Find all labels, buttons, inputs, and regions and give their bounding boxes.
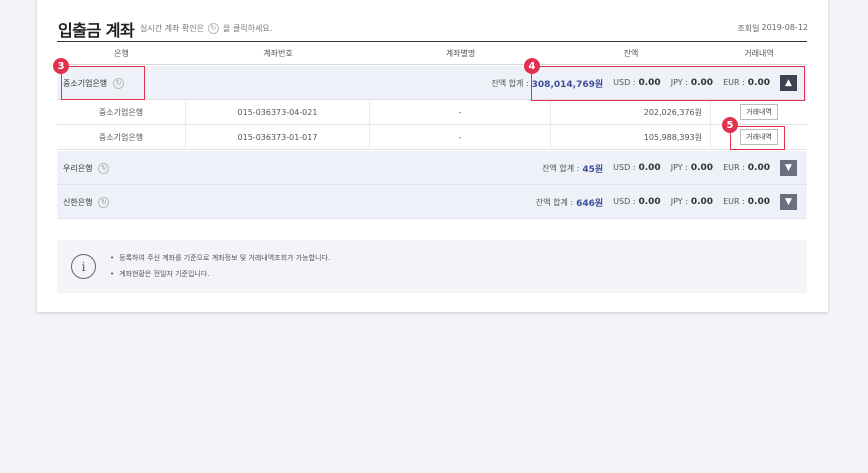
hint-text-before: 실시간 계좌 확인은	[140, 24, 204, 33]
header-account-number: 계좌번호	[263, 48, 293, 58]
highlight-history-button	[730, 126, 785, 150]
notice-item: 등록하여 주신 계좌를 기준으로 계좌정보 및 거래내역조회가 가능합니다.	[110, 253, 330, 263]
usd-total: USD :0.00	[613, 197, 661, 207]
jpy-total: JPY :0.00	[671, 197, 713, 207]
account-number: 015-036373-01-017	[186, 125, 370, 149]
annotation-badge-3: 3	[53, 58, 69, 74]
account-balance: 202,026,376원	[551, 100, 711, 124]
balance-label: 잔액 합계 :	[491, 78, 529, 88]
account-bank: 중소기업은행	[57, 100, 186, 124]
table-row: 중소기업은행 015-036373-04-021 - 202,026,376원 …	[57, 100, 807, 125]
usd-total: USD :0.00	[613, 163, 661, 173]
account-number: 015-036373-04-021	[186, 100, 370, 124]
bank-name: 신한은행	[63, 197, 93, 207]
header-alias: 계좌별명	[445, 48, 476, 58]
eur-total: EUR :0.00	[723, 197, 770, 207]
refresh-icon[interactable]: ↻	[98, 196, 110, 208]
notice-item: 계좌현황은 전일자 기준입니다.	[110, 269, 330, 279]
eur-label: EUR :	[723, 197, 745, 206]
balance-total: 646원	[576, 198, 604, 209]
balance-label: 잔액 합계 :	[535, 197, 574, 207]
chevron-down-icon[interactable]: ▼	[780, 160, 797, 176]
bank-row-woori[interactable]: 우리은행 ↻ 잔액 합계 : 45원 USD :0.00 JPY :0.00 E…	[57, 151, 807, 185]
eur-value: 0.00	[747, 197, 770, 207]
account-balance: 105,988,393원	[551, 125, 711, 149]
refresh-icon[interactable]: ↻	[98, 162, 110, 174]
bank-summary: 잔액 합계 : 45원 USD :0.00 JPY :0.00 EUR :0.0…	[542, 151, 797, 185]
account-card: 입출금 계좌 실시간 계좌 확인은 ↻ 을 클릭하세요. 조회일 2019-08…	[37, 0, 828, 312]
highlight-balance-summary	[531, 66, 805, 101]
balance-total: 45원	[582, 164, 604, 175]
notice-list: 등록하여 주신 계좌를 기준으로 계좌정보 및 거래내역조회가 가능합니다. 계…	[110, 253, 330, 285]
jpy-label: JPY :	[670, 163, 688, 172]
eur-value: 0.00	[747, 163, 770, 173]
bank-name-cell: 신한은행 ↻	[63, 185, 110, 219]
jpy-label: JPY :	[670, 197, 688, 206]
balance-label: 잔액 합계 :	[542, 163, 580, 173]
usd-label: USD :	[613, 197, 636, 206]
info-icon: i	[71, 254, 96, 279]
highlight-bank-name	[61, 66, 145, 100]
jpy-value: 0.00	[690, 163, 714, 173]
date-label: 조회일	[737, 24, 760, 33]
refresh-icon: ↻	[207, 23, 219, 34]
account-alias: -	[370, 125, 551, 149]
jpy-total: JPY :0.00	[671, 163, 713, 173]
chevron-down-icon[interactable]: ▼	[780, 194, 797, 210]
account-bank: 중소기업은행	[57, 125, 186, 149]
date-value: 2019-08-12	[761, 23, 809, 32]
usd-value: 0.00	[638, 163, 661, 173]
usd-label: USD :	[613, 163, 636, 172]
eur-label: EUR :	[723, 163, 745, 172]
header-balance: 잔액	[623, 48, 639, 58]
notice-box: i 등록하여 주신 계좌를 기준으로 계좌정보 및 거래내역조회가 가능합니다.…	[57, 240, 807, 293]
bank-summary: 잔액 합계 : 646원 USD :0.00 JPY :0.00 EUR :0.…	[536, 185, 797, 219]
header-history: 거래내역	[744, 48, 774, 58]
annotation-badge-4: 4	[524, 58, 540, 74]
query-date: 조회일 2019-08-12	[737, 23, 808, 34]
page-title: 입출금 계좌	[58, 21, 135, 40]
jpy-value: 0.00	[690, 197, 714, 207]
bank-row-shinhan[interactable]: 신한은행 ↻ 잔액 합계 : 646원 USD :0.00 JPY :0.00 …	[57, 185, 807, 219]
usd-value: 0.00	[638, 197, 661, 207]
header-bank: 은행	[114, 48, 129, 58]
bank-name-cell: 우리은행 ↻	[63, 151, 110, 185]
table-row: 중소기업은행 015-036373-01-017 - 105,988,393원 …	[57, 125, 807, 150]
refresh-hint: 실시간 계좌 확인은 ↻ 을 클릭하세요.	[140, 23, 272, 34]
hint-text-after: 을 클릭하세요.	[222, 24, 273, 33]
bank-name: 우리은행	[63, 163, 93, 173]
table-header: 은행 계좌번호 계좌별명 잔액 거래내역	[57, 41, 807, 65]
history-button[interactable]: 거래내역	[740, 104, 778, 120]
eur-total: EUR :0.00	[723, 163, 770, 173]
annotation-badge-5: 5	[722, 117, 738, 133]
account-alias: -	[370, 100, 551, 124]
